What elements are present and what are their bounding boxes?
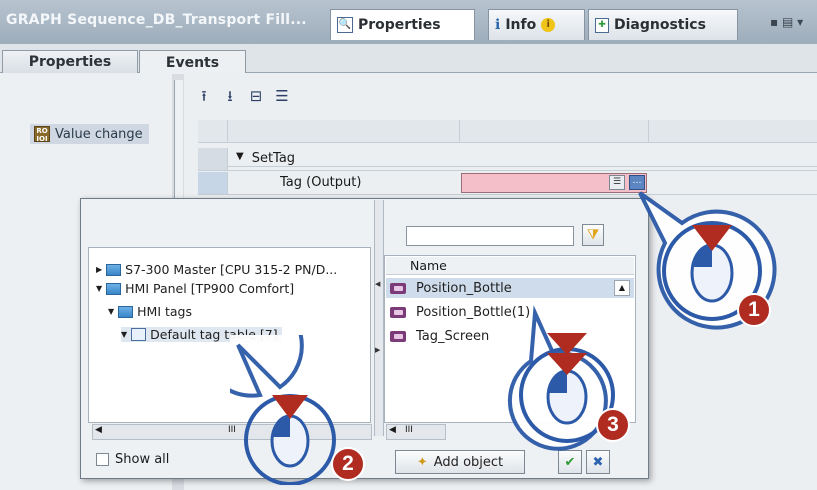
collapsed-arrow-icon[interactable]: ▶ (96, 265, 102, 274)
tag-icon (390, 282, 406, 294)
scroll-thumb[interactable]: III (405, 425, 413, 435)
tag-folder-icon (118, 305, 134, 318)
row-selector[interactable] (198, 172, 228, 194)
event-value-change-label: Value change (55, 126, 143, 142)
tab-diagnostics-label: Diagnostics (614, 17, 706, 33)
row-selector[interactable] (198, 148, 228, 170)
collapse-icon[interactable]: ⊟ (248, 88, 264, 104)
list-item-label: Position_Bottle (416, 280, 512, 296)
list-item-label: Tag_Screen (416, 328, 490, 344)
tree-item-label: HMI tags (137, 304, 193, 319)
grid-header-cell (228, 120, 460, 142)
io-field-icon: RO IOI (34, 126, 50, 143)
filter-icon[interactable]: ⧩ (582, 224, 604, 246)
scroll-left-icon[interactable]: ◀ (389, 425, 396, 435)
show-all-label: Show all (115, 452, 170, 467)
tab-properties-label: Properties (358, 17, 441, 33)
info-warning-icon: i (541, 18, 556, 32)
list-item-position-bottle[interactable]: Position_Bottle (386, 278, 634, 298)
tag-icon (390, 306, 406, 318)
tree-item-hmi-tags[interactable]: ▼ HMI tags (108, 304, 192, 319)
tree-item-label: HMI Panel [TP900 Comfort] (125, 281, 295, 296)
move-up-icon[interactable]: ⭱ (196, 88, 212, 104)
expand-all-icon[interactable]: ☰ (274, 88, 290, 104)
expanded-arrow-icon[interactable]: ▼ (108, 307, 114, 316)
callout-badge-2: 2 (331, 447, 365, 481)
scroll-left-icon[interactable]: ◀ (95, 425, 102, 435)
tree-item-hmi-panel[interactable]: ▼ HMI Panel [TP900 Comfort] (96, 281, 294, 296)
info-icon: ℹ (495, 17, 501, 33)
callout-3-mouse-icon (507, 305, 615, 451)
device-folder-icon (106, 282, 122, 295)
function-name: SetTag (251, 151, 296, 166)
add-object-icon: ✦ (416, 454, 428, 470)
tab-info[interactable]: ℹ Info i (488, 9, 585, 40)
move-down-icon[interactable]: ⭳ (222, 88, 238, 104)
grid-row-function[interactable]: ▼ SetTag (198, 148, 817, 171)
tree-item-label: S7-300 Master [CPU 315-2 PN/D... (125, 262, 338, 277)
grid-header-cell (198, 120, 228, 142)
grid-header-cell (460, 120, 649, 142)
properties-icon: 🔍 (337, 17, 353, 33)
show-all-checkbox[interactable]: Show all (96, 452, 169, 467)
expanded-arrow-icon[interactable]: ▼ (96, 284, 102, 293)
tab-properties[interactable]: 🔍 Properties (330, 9, 475, 40)
device-folder-icon (106, 263, 122, 276)
tree-item-s7-300-master[interactable]: ▶ S7-300 Master [CPU 315-2 PN/D... (96, 262, 337, 277)
window-title: GRAPH Sequence_DB_Transport Fill... (6, 12, 307, 28)
diagnostics-icon: ✚ (595, 17, 609, 33)
panel-divider[interactable] (174, 80, 183, 200)
list-horizontal-scrollbar[interactable]: ◀ III (386, 424, 446, 440)
subtab-properties[interactable]: Properties (2, 50, 138, 73)
grid-header-row (198, 120, 817, 143)
subtab-events[interactable]: Events (139, 50, 246, 74)
callout-2-mouse-icon (230, 335, 336, 485)
tab-diagnostics[interactable]: ✚ Diagnostics (588, 9, 738, 40)
parameter-label: Tag (Output) (280, 175, 362, 190)
list-column-header[interactable]: Name (386, 257, 634, 275)
callout-badge-3: 3 (596, 408, 630, 442)
callout-badge-1: 1 (737, 293, 771, 327)
tag-icon (390, 330, 406, 342)
event-value-change[interactable]: RO IOI Value change (30, 124, 149, 144)
filter-input[interactable] (406, 226, 574, 246)
function-toolbar: ⭱ ⭳ ⊟ ☰ (196, 88, 290, 104)
tag-table-icon (131, 328, 147, 341)
expanded-arrow-icon[interactable]: ▼ (121, 330, 127, 339)
splitter-arrow-icon[interactable]: ◀ (375, 280, 380, 288)
add-object-label: Add object (433, 454, 504, 470)
checkbox-box[interactable] (96, 453, 109, 466)
window-controls[interactable]: ▪ ▤ ▾ (770, 15, 803, 29)
expand-arrow-icon[interactable]: ▼ (236, 151, 244, 166)
tab-info-label: Info (505, 17, 537, 33)
